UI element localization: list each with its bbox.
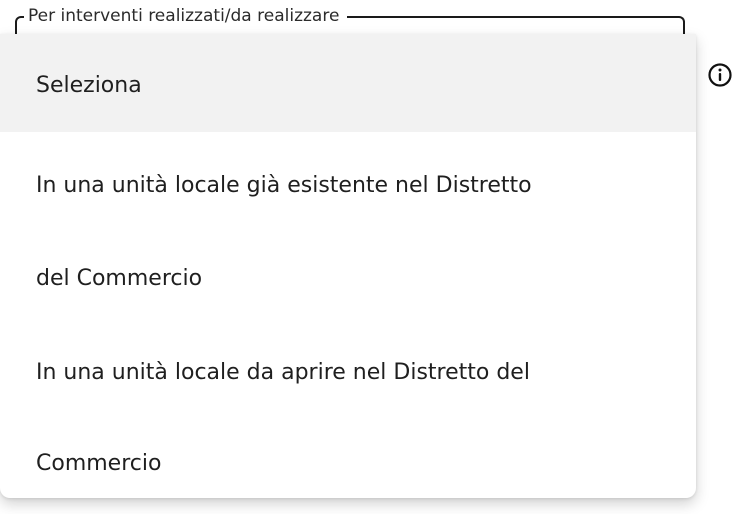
option-unita-locale-esistente[interactable]: In una unità locale già esistente nel Di…: [0, 132, 696, 322]
option-label-line1: In una unità locale da aprire nel Distre…: [36, 360, 530, 385]
info-icon[interactable]: [708, 63, 732, 87]
option-seleziona[interactable]: Seleziona: [0, 34, 696, 132]
dropdown-menu: Seleziona In una unità locale già esiste…: [0, 34, 696, 498]
option-label-line2: del Commercio: [36, 266, 203, 291]
select-field-label: Per interventi realizzati/da realizzare: [24, 5, 348, 27]
option-label-line1: In una unità locale già esistente nel Di…: [36, 173, 532, 198]
option-unita-locale-da-aprire[interactable]: In una unità locale da aprire nel Distre…: [0, 322, 696, 498]
option-label-line2: Commercio: [36, 451, 162, 476]
option-label: Seleziona: [36, 73, 142, 98]
